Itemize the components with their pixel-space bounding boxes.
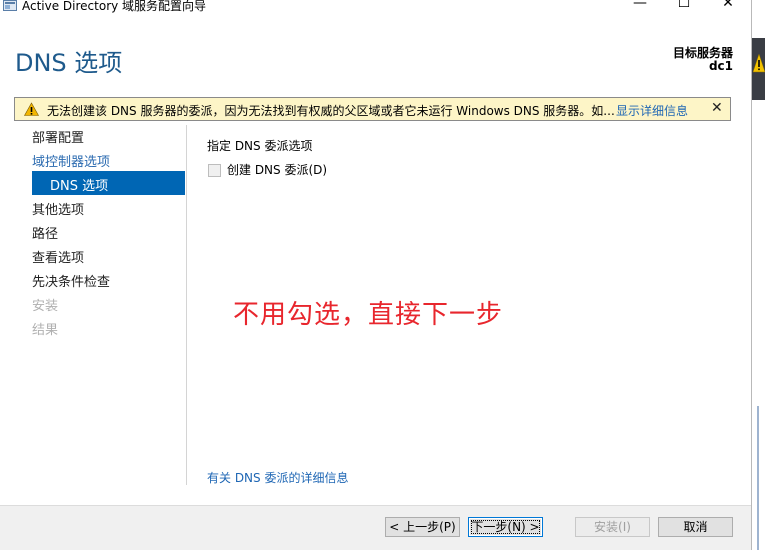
wizard-window: Active Directory 域服务配置向导 — ☐ ✕ DNS 选项 目标… [0, 0, 765, 550]
nav-item-dns-options[interactable]: DNS 选项 [32, 171, 185, 195]
next-button[interactable]: 下一步(N) > [468, 517, 543, 537]
nav-item-additional-options[interactable]: 其他选项 [32, 199, 84, 218]
target-server-value: dc1 [708, 59, 733, 73]
section-heading: 指定 DNS 委派选项 [207, 139, 313, 153]
background-window-border [757, 406, 759, 550]
dns-delegation-info-link[interactable]: 有关 DNS 委派的详细信息 [207, 469, 348, 486]
page-title: DNS 选项 [15, 49, 123, 77]
nav-item-results: 结果 [32, 323, 59, 338]
nav-item-prerequisites-check[interactable]: 先决条件检查 [32, 271, 110, 290]
close-window-button[interactable]: ✕ [718, 0, 738, 12]
nav-item-dc-options[interactable]: 域控制器选项 [32, 151, 110, 170]
warning-icon [24, 102, 39, 116]
nav-item-installation: 安装 [32, 299, 59, 314]
window-title: Active Directory 域服务配置向导 [22, 0, 207, 13]
minimize-button[interactable]: — [630, 0, 650, 12]
server-manager-icon [3, 0, 17, 11]
show-details-link[interactable]: 显示详细信息 [616, 102, 688, 119]
nav-item-label: DNS 选项 [50, 179, 109, 194]
dismiss-warning-button[interactable]: ✕ [711, 100, 723, 116]
warning-text: 无法创建该 DNS 服务器的委派，因为无法找到有权威的父区域或者它未运行 Win… [47, 104, 615, 118]
cancel-button[interactable]: 取消 [658, 517, 733, 537]
nav-item-paths[interactable]: 路径 [32, 223, 58, 242]
maximize-button[interactable]: ☐ [674, 0, 694, 12]
warning-banner: 无法创建该 DNS 服务器的委派，因为无法找到有权威的父区域或者它未运行 Win… [14, 97, 731, 121]
nav-divider [186, 125, 187, 485]
create-dns-delegation-checkbox[interactable] [208, 164, 221, 177]
annotation-text: 不用勾选，直接下一步 [233, 300, 504, 330]
title-bar[interactable]: Active Directory 域服务配置向导 — ☐ ✕ [0, 0, 750, 14]
install-button: 安装(I) [575, 517, 650, 537]
nav-item-deployment-config[interactable]: 部署配置 [32, 127, 84, 146]
previous-button[interactable]: < 上一步(P) [385, 517, 460, 537]
create-dns-delegation-label[interactable]: 创建 DNS 委派(D) [227, 161, 327, 178]
nav-item-review-options[interactable]: 查看选项 [32, 247, 84, 266]
warning-flag-icon [753, 53, 765, 73]
footer-bar: < 上一步(P) 下一步(N) > 安装(I) 取消 [0, 505, 751, 550]
